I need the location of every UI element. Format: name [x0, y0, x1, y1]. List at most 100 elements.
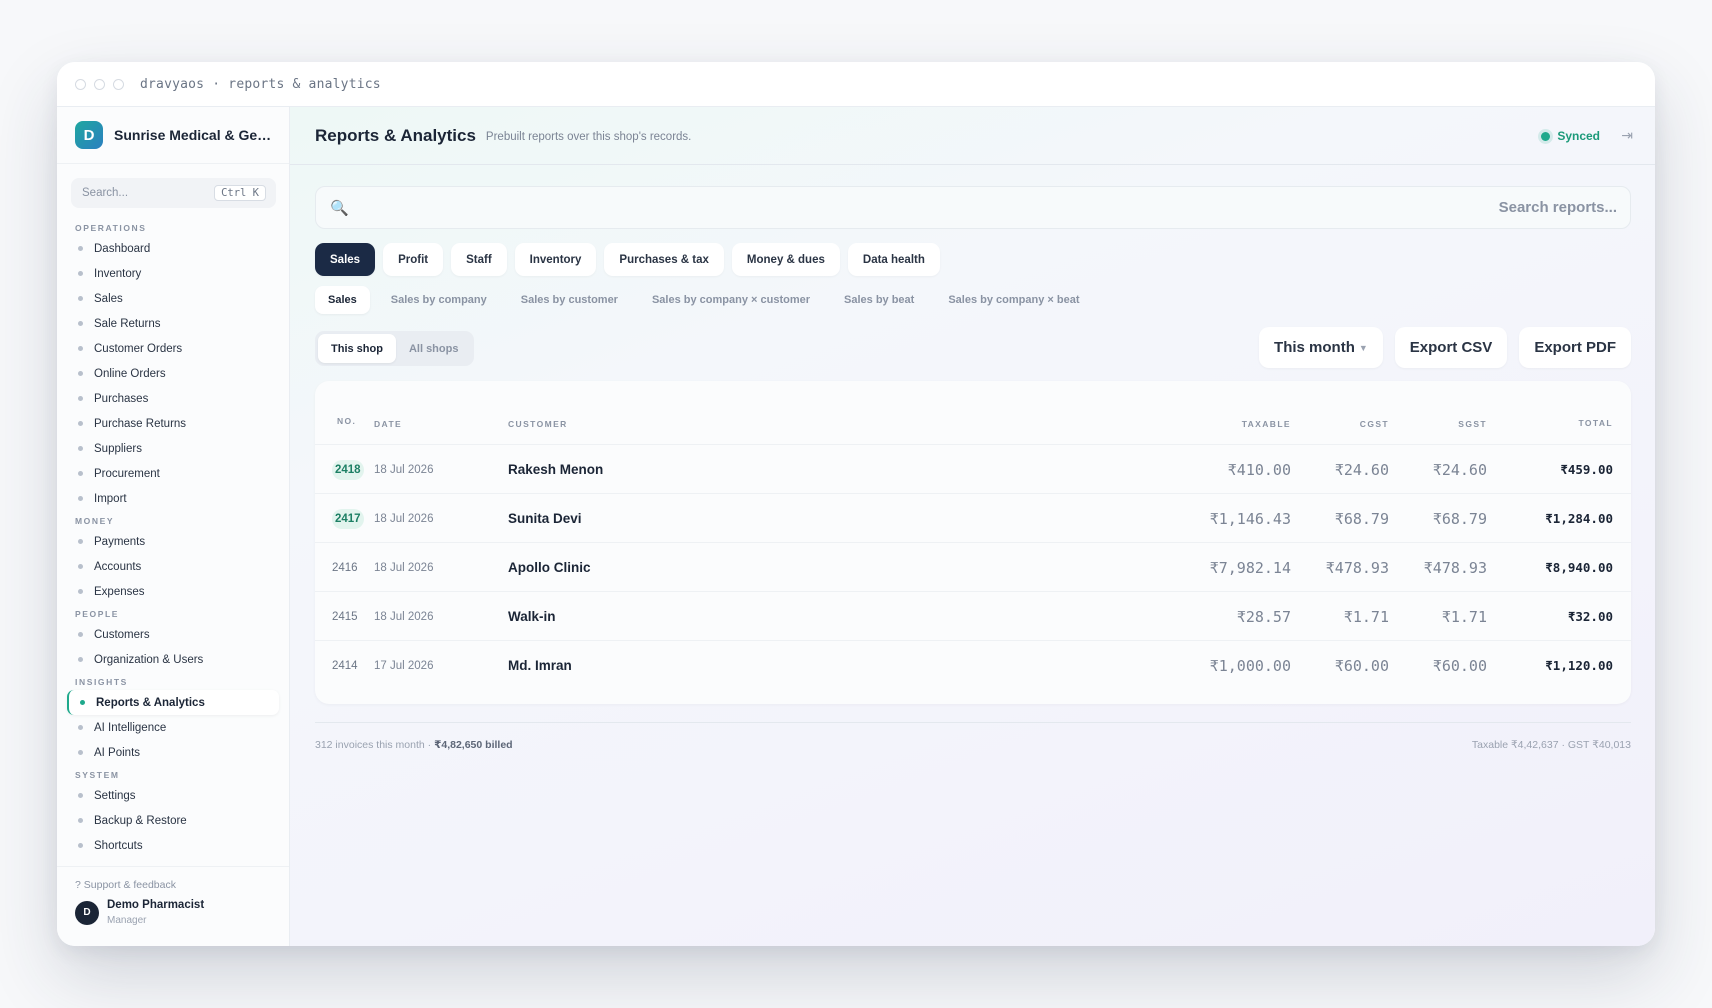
collapse-panel-icon[interactable]: ⇥ [1621, 127, 1633, 144]
cgst-amount: ₹24.60 [1335, 445, 1389, 494]
close-window-button[interactable] [75, 78, 86, 90]
maximize-window-button[interactable] [113, 78, 124, 90]
sidebar-item-ai-intelligence[interactable]: AI Intelligence [67, 715, 279, 740]
invoice-number[interactable]: 2416 [332, 543, 358, 592]
taxable-amount-text: ₹1,000.00 [1209, 656, 1291, 675]
export-csv-button[interactable]: Export CSV [1394, 327, 1508, 368]
report-search-input[interactable]: 🔍 Search reports... [315, 186, 1631, 229]
sgst-amount-text: ₹1.71 [1441, 607, 1487, 626]
sidebar-item-purchases[interactable]: Purchases [67, 386, 279, 411]
subtab-sales-by-company[interactable]: Sales by company [378, 286, 500, 314]
tab-money-dues[interactable]: Money & dues [731, 243, 840, 276]
sidebar-item-accounts[interactable]: Accounts [67, 554, 279, 579]
table-row[interactable]: 2414 17 Jul 2026 Md. Imran ₹1,000.00 ₹60.00 ₹… [315, 641, 1631, 690]
tab-profit[interactable]: Profit [383, 243, 444, 276]
total-amount: ₹8,940.00 [1545, 543, 1613, 592]
sidebar-search-placeholder: Search... [82, 187, 129, 199]
sidebar-item-import[interactable]: Import [67, 486, 279, 511]
sidebar-item-suppliers[interactable]: Suppliers [67, 436, 279, 461]
sidebar-search-input[interactable]: Search... Ctrl K [71, 178, 276, 208]
column-header-total[interactable]: TOTAL [1578, 416, 1613, 430]
invoice-summary-billed: ₹4,82,650 billed [434, 739, 513, 751]
subtab-sales-by-beat[interactable]: Sales by beat [831, 286, 927, 314]
column-header-date[interactable]: DATE [374, 417, 402, 431]
table-row[interactable]: 2416 18 Jul 2026 Apollo Clinic ₹7,982.14 ₹47… [315, 543, 1631, 592]
invoice-date: 18 Jul 2026 [374, 445, 433, 494]
brand[interactable]: D Sunrise Medical & General Store [57, 107, 289, 164]
page-subtitle: Prebuilt reports over this shop's record… [485, 131, 692, 143]
sidebar-item-sales[interactable]: Sales [67, 286, 279, 311]
customer-name-text: Rakesh Menon [508, 462, 604, 477]
invoice-number[interactable]: 2414 [332, 641, 358, 690]
bullet-icon [78, 793, 83, 798]
sidebar-item-organization-users[interactable]: Organization & Users [67, 647, 279, 672]
sidebar-item-sale-returns[interactable]: Sale Returns [67, 311, 279, 336]
sgst-amount-text: ₹24.60 [1432, 460, 1487, 479]
sidebar-item-backup-restore[interactable]: Backup & Restore [67, 808, 279, 833]
sidebar-item-settings[interactable]: Settings [67, 783, 279, 808]
scope-this-shop[interactable]: This shop [318, 334, 396, 363]
report-subtabs: Sales Sales by company Sales by customer Sa… [315, 286, 1100, 314]
sidebar-item-payments[interactable]: Payments [67, 529, 279, 554]
invoice-number-text: 2414 [332, 659, 358, 672]
sidebar-item-ai-points[interactable]: AI Points [67, 740, 279, 765]
column-header-taxable[interactable]: TAXABLE [1242, 417, 1291, 431]
tab-inventory[interactable]: Inventory [514, 243, 597, 276]
tab-staff[interactable]: Staff [451, 243, 507, 276]
sidebar-item-label: Customer Orders [94, 342, 183, 355]
scope-all-shops[interactable]: All shops [396, 334, 472, 363]
table-row[interactable]: 2415 18 Jul 2026 Walk-in ₹28.57 ₹1.71 ₹1.71 ₹3… [315, 592, 1631, 641]
subtab-sales-by-company-beat[interactable]: Sales by company × beat [935, 286, 1092, 314]
sidebar-item-shortcuts[interactable]: Shortcuts [67, 833, 279, 858]
subtab-sales-by-company-customer[interactable]: Sales by company × customer [639, 286, 823, 314]
period-select[interactable]: This month ▼ [1259, 327, 1383, 368]
invoice-number[interactable]: 2417 [332, 494, 364, 543]
sidebar-item-label: Shortcuts [94, 839, 143, 852]
user-profile[interactable]: D Demo Pharmacist Manager [57, 891, 289, 926]
export-pdf-button[interactable]: Export PDF [1519, 327, 1631, 368]
sgst-amount-text: ₹60.00 [1432, 656, 1487, 675]
sidebar-item-label: Sale Returns [94, 317, 161, 330]
tab-data-health[interactable]: Data health [847, 243, 940, 276]
support-link[interactable]: ? Support & feedback [57, 867, 289, 891]
tab-sales[interactable]: Sales [315, 243, 376, 276]
bullet-icon [78, 843, 83, 848]
column-header-cgst[interactable]: CGST [1360, 417, 1389, 431]
invoice-date-text: 17 Jul 2026 [374, 659, 434, 672]
invoice-number[interactable]: 2418 [332, 445, 364, 494]
bullet-icon [78, 371, 83, 376]
bullet-icon [78, 271, 83, 276]
sidebar-item-customer-orders[interactable]: Customer Orders [67, 336, 279, 361]
subtab-sales[interactable]: Sales [315, 286, 370, 314]
minimize-window-button[interactable] [94, 78, 105, 90]
sidebar-item-online-orders[interactable]: Online Orders [67, 361, 279, 386]
sidebar-item-label: Settings [94, 789, 136, 802]
sidebar-item-inventory[interactable]: Inventory [67, 261, 279, 286]
table-row[interactable]: 2417 18 Jul 2026 Sunita Devi ₹1,146.43 ₹68.7… [315, 494, 1631, 543]
subtab-sales-by-customer[interactable]: Sales by customer [508, 286, 631, 314]
table-row[interactable]: 2418 18 Jul 2026 Rakesh Menon ₹410.00 ₹24.60… [315, 445, 1631, 494]
invoice-number[interactable]: 2415 [332, 592, 358, 641]
sidebar-item-purchase-returns[interactable]: Purchase Returns [67, 411, 279, 436]
bullet-icon [78, 346, 83, 351]
sidebar-item-dashboard[interactable]: Dashboard [67, 236, 279, 261]
customer-name-text: Apollo Clinic [508, 560, 591, 575]
sidebar-item-procurement[interactable]: Procurement [67, 461, 279, 486]
column-header-sgst[interactable]: SGST [1458, 417, 1487, 431]
sidebar-item-reports-analytics[interactable]: Reports & Analytics [67, 690, 279, 715]
scope-toggle: This shop All shops [315, 331, 475, 366]
customer-name-text: Sunita Devi [508, 511, 582, 526]
sync-status: Synced [1541, 129, 1600, 143]
sidebar-item-expenses[interactable]: Expenses [67, 579, 279, 604]
invoice-date: 18 Jul 2026 [374, 592, 433, 641]
sidebar-item-label: Online Orders [94, 367, 166, 380]
column-header-no[interactable]: NO. [337, 414, 356, 428]
invoice-number-text: 2415 [332, 610, 358, 623]
sidebar-item-label: AI Intelligence [94, 721, 167, 734]
bullet-icon [78, 246, 83, 251]
app-window: dravyaos · reports & analytics D Sunrise… [57, 62, 1655, 946]
column-header-customer[interactable]: CUSTOMER [508, 417, 568, 431]
tab-purchases-tax[interactable]: Purchases & tax [604, 243, 724, 276]
brand-logo: D [75, 121, 103, 149]
sidebar-item-customers[interactable]: Customers [67, 622, 279, 647]
